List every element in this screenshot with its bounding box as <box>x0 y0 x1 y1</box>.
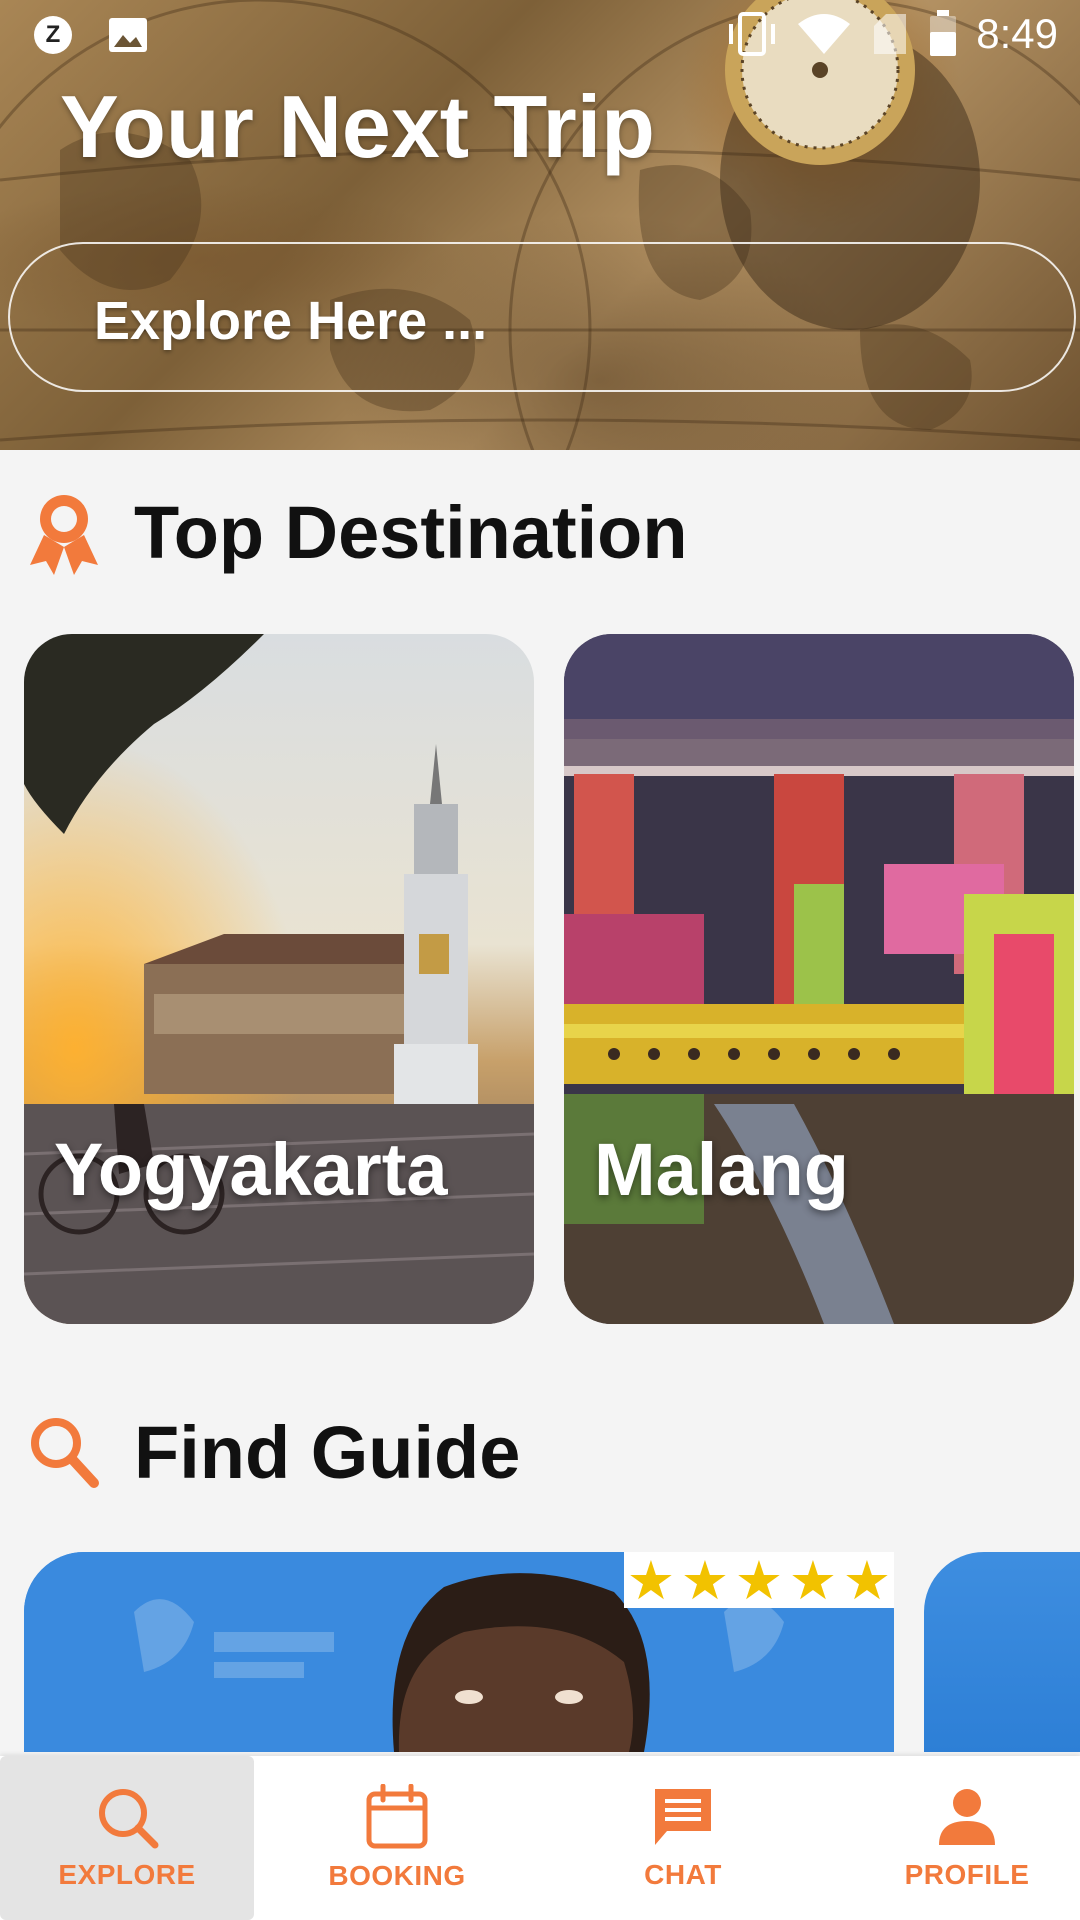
calendar-icon <box>366 1784 428 1849</box>
battery-icon <box>930 10 957 56</box>
nav-booking[interactable]: BOOKING <box>270 1756 524 1920</box>
star-icon: ★ <box>680 1550 730 1611</box>
star-icon: ★ <box>734 1550 784 1611</box>
person-icon <box>939 1789 995 1845</box>
search-icon <box>31 1417 99 1488</box>
malang-photo <box>564 634 1074 1324</box>
star-icon: ★ <box>626 1550 676 1611</box>
image-icon <box>109 18 147 52</box>
destination-name: Malang <box>594 1128 849 1211</box>
star-icon: ★ <box>842 1550 892 1611</box>
nav-chat[interactable]: CHAT <box>556 1756 810 1920</box>
nav-label: CHAT <box>644 1859 722 1890</box>
nav-label: PROFILE <box>904 1859 1030 1890</box>
hero-banner: Z 8:49 Your Next Trip Explore Here ... <box>0 0 1080 450</box>
z-notification-icon: Z <box>34 16 72 54</box>
search-icon <box>99 1789 159 1849</box>
nav-explore[interactable]: EXPLORE <box>0 1756 254 1920</box>
star-icon: ★ <box>788 1550 838 1611</box>
nav-label: BOOKING <box>328 1860 466 1891</box>
top-destination-header: Top Destination <box>28 490 688 575</box>
nav-label: EXPLORE <box>58 1859 196 1890</box>
destination-card-yogyakarta[interactable]: Yogyakarta <box>24 634 534 1324</box>
guide-card-next[interactable] <box>924 1552 1080 1752</box>
sim-icon <box>874 14 907 54</box>
search-placeholder: Explore Here ... <box>94 291 488 351</box>
yogyakarta-photo <box>24 634 534 1324</box>
status-bar: Z 8:49 <box>0 0 1080 72</box>
page-title: Your Next Trip <box>60 77 655 176</box>
nav-profile[interactable]: PROFILE <box>840 1756 1080 1920</box>
award-ribbon-icon <box>30 494 98 575</box>
find-guide-header: Find Guide <box>28 1410 520 1495</box>
destination-card-malang[interactable]: Malang <box>564 634 1074 1324</box>
section-title: Find Guide <box>134 1411 521 1494</box>
status-time: 8:49 <box>976 10 1058 57</box>
vibrate-icon <box>729 12 776 56</box>
chat-icon <box>655 1789 711 1845</box>
section-title: Top Destination <box>134 491 688 574</box>
guide-rating: ★ ★ ★ ★ ★ <box>624 1551 894 1611</box>
explore-search-input[interactable]: Explore Here ... <box>8 242 1076 392</box>
bottom-navigation: EXPLORE BOOKING CHAT PROFILE <box>0 1756 1080 1920</box>
destination-name: Yogyakarta <box>54 1128 448 1211</box>
wifi-icon <box>798 14 851 54</box>
